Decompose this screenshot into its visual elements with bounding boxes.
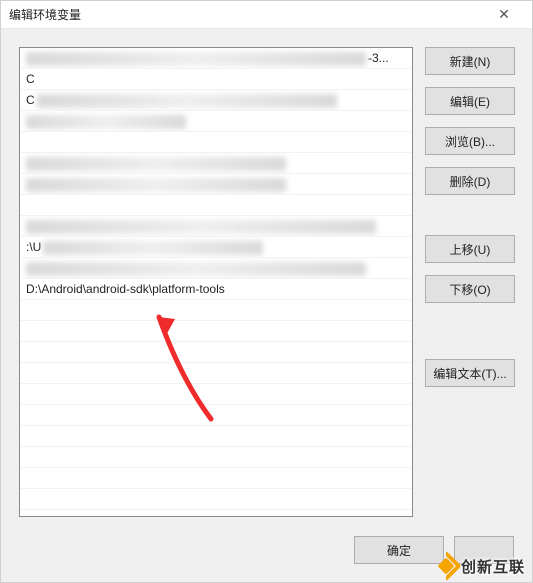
list-item[interactable] <box>20 195 412 216</box>
move-down-button[interactable]: 下移(O) <box>425 275 515 303</box>
list-item[interactable] <box>20 111 412 132</box>
ok-button[interactable]: 确定 <box>354 536 444 564</box>
list-item[interactable] <box>20 258 412 279</box>
list-item[interactable] <box>20 300 412 321</box>
list-item[interactable] <box>20 384 412 405</box>
move-up-button[interactable]: 上移(U) <box>425 235 515 263</box>
side-button-column: 新建(N) 编辑(E) 浏览(B)... 删除(D) 上移(U) 下移(O) 编… <box>425 47 515 387</box>
cancel-button[interactable] <box>454 536 514 564</box>
list-item-text: C <box>26 93 35 107</box>
delete-button[interactable]: 删除(D) <box>425 167 515 195</box>
redacted-text <box>43 241 263 255</box>
list-item[interactable] <box>20 405 412 426</box>
list-item[interactable] <box>20 489 412 510</box>
redacted-text <box>26 157 286 171</box>
list-item[interactable] <box>20 447 412 468</box>
dialog-title: 编辑环境变量 <box>9 6 81 23</box>
list-item[interactable]: D:\Android\android-sdk\platform-tools <box>20 279 412 300</box>
list-item[interactable] <box>20 363 412 384</box>
edit-env-var-dialog: 编辑环境变量 ✕ -3... CC :\U D:\Android\android-sd… <box>0 0 533 583</box>
list-item-text: C <box>26 72 35 86</box>
browse-button[interactable]: 浏览(B)... <box>425 127 515 155</box>
edit-button[interactable]: 编辑(E) <box>425 87 515 115</box>
redacted-text <box>26 262 366 276</box>
list-item[interactable] <box>20 468 412 489</box>
list-item[interactable] <box>20 153 412 174</box>
list-item-text: D:\Android\android-sdk\platform-tools <box>26 282 225 296</box>
redacted-text <box>26 52 366 66</box>
list-item[interactable] <box>20 321 412 342</box>
list-item[interactable]: :\U <box>20 237 412 258</box>
list-item-trailing: -3... <box>368 51 389 65</box>
list-item[interactable] <box>20 216 412 237</box>
list-item[interactable] <box>20 174 412 195</box>
close-icon[interactable]: ✕ <box>484 1 524 29</box>
redacted-text <box>26 220 376 234</box>
list-item[interactable]: C <box>20 90 412 111</box>
list-item[interactable] <box>20 342 412 363</box>
env-var-list[interactable]: -3... CC :\U D:\Android\android-sdk\platfor… <box>19 47 413 517</box>
edit-text-button[interactable]: 编辑文本(T)... <box>425 359 515 387</box>
list-item[interactable] <box>20 510 412 517</box>
list-item[interactable] <box>20 132 412 153</box>
list-item[interactable]: C <box>20 69 412 90</box>
dialog-body: -3... CC :\U D:\Android\android-sdk\platfor… <box>1 29 532 582</box>
titlebar[interactable]: 编辑环境变量 ✕ <box>1 1 532 29</box>
redacted-text <box>37 94 337 108</box>
redacted-text <box>26 178 286 192</box>
list-item[interactable] <box>20 426 412 447</box>
new-button[interactable]: 新建(N) <box>425 47 515 75</box>
list-item[interactable]: -3... <box>20 48 412 69</box>
dialog-footer: 确定 <box>1 536 532 564</box>
redacted-text <box>26 115 186 129</box>
list-item-text: :\U <box>26 240 41 254</box>
